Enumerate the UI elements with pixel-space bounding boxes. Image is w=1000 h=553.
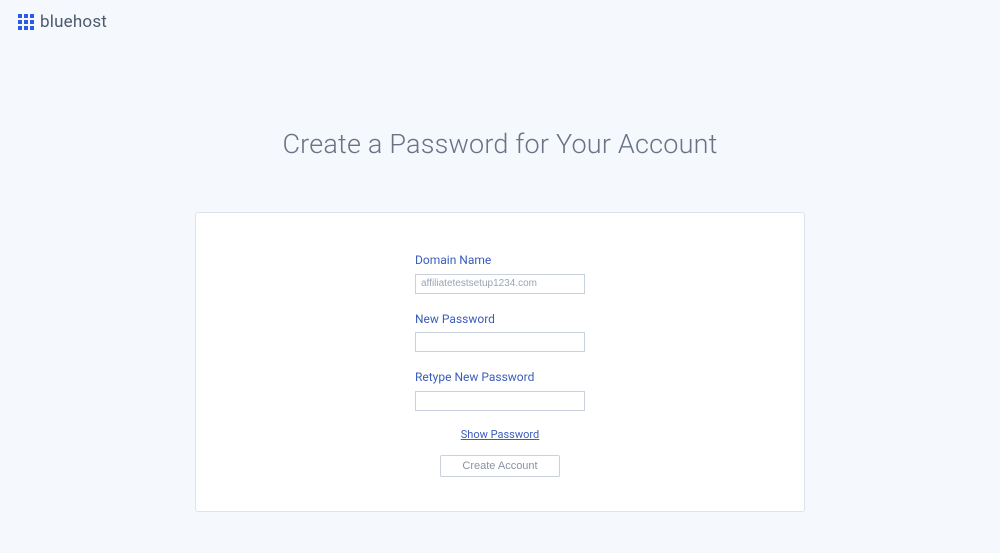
new-password-group: New Password <box>415 312 585 353</box>
brand-logo[interactable]: bluehost <box>18 12 107 32</box>
retype-password-group: Retype New Password <box>415 370 585 411</box>
domain-label: Domain Name <box>415 253 585 267</box>
retype-password-label: Retype New Password <box>415 370 585 384</box>
grid-icon <box>18 14 34 30</box>
domain-input[interactable] <box>415 274 585 294</box>
create-account-button[interactable]: Create Account <box>440 455 560 477</box>
domain-group: Domain Name <box>415 253 585 294</box>
page-title: Create a Password for Your Account <box>0 0 1000 160</box>
show-password-link[interactable]: Show Password <box>461 428 539 441</box>
new-password-label: New Password <box>415 312 585 326</box>
submit-row: Create Account <box>415 454 585 477</box>
new-password-input[interactable] <box>415 332 585 352</box>
show-password-row: Show Password <box>415 423 585 442</box>
brand-name: bluehost <box>40 12 107 32</box>
password-card: Domain Name New Password Retype New Pass… <box>195 212 805 512</box>
password-form: Domain Name New Password Retype New Pass… <box>415 253 585 477</box>
retype-password-input[interactable] <box>415 391 585 411</box>
